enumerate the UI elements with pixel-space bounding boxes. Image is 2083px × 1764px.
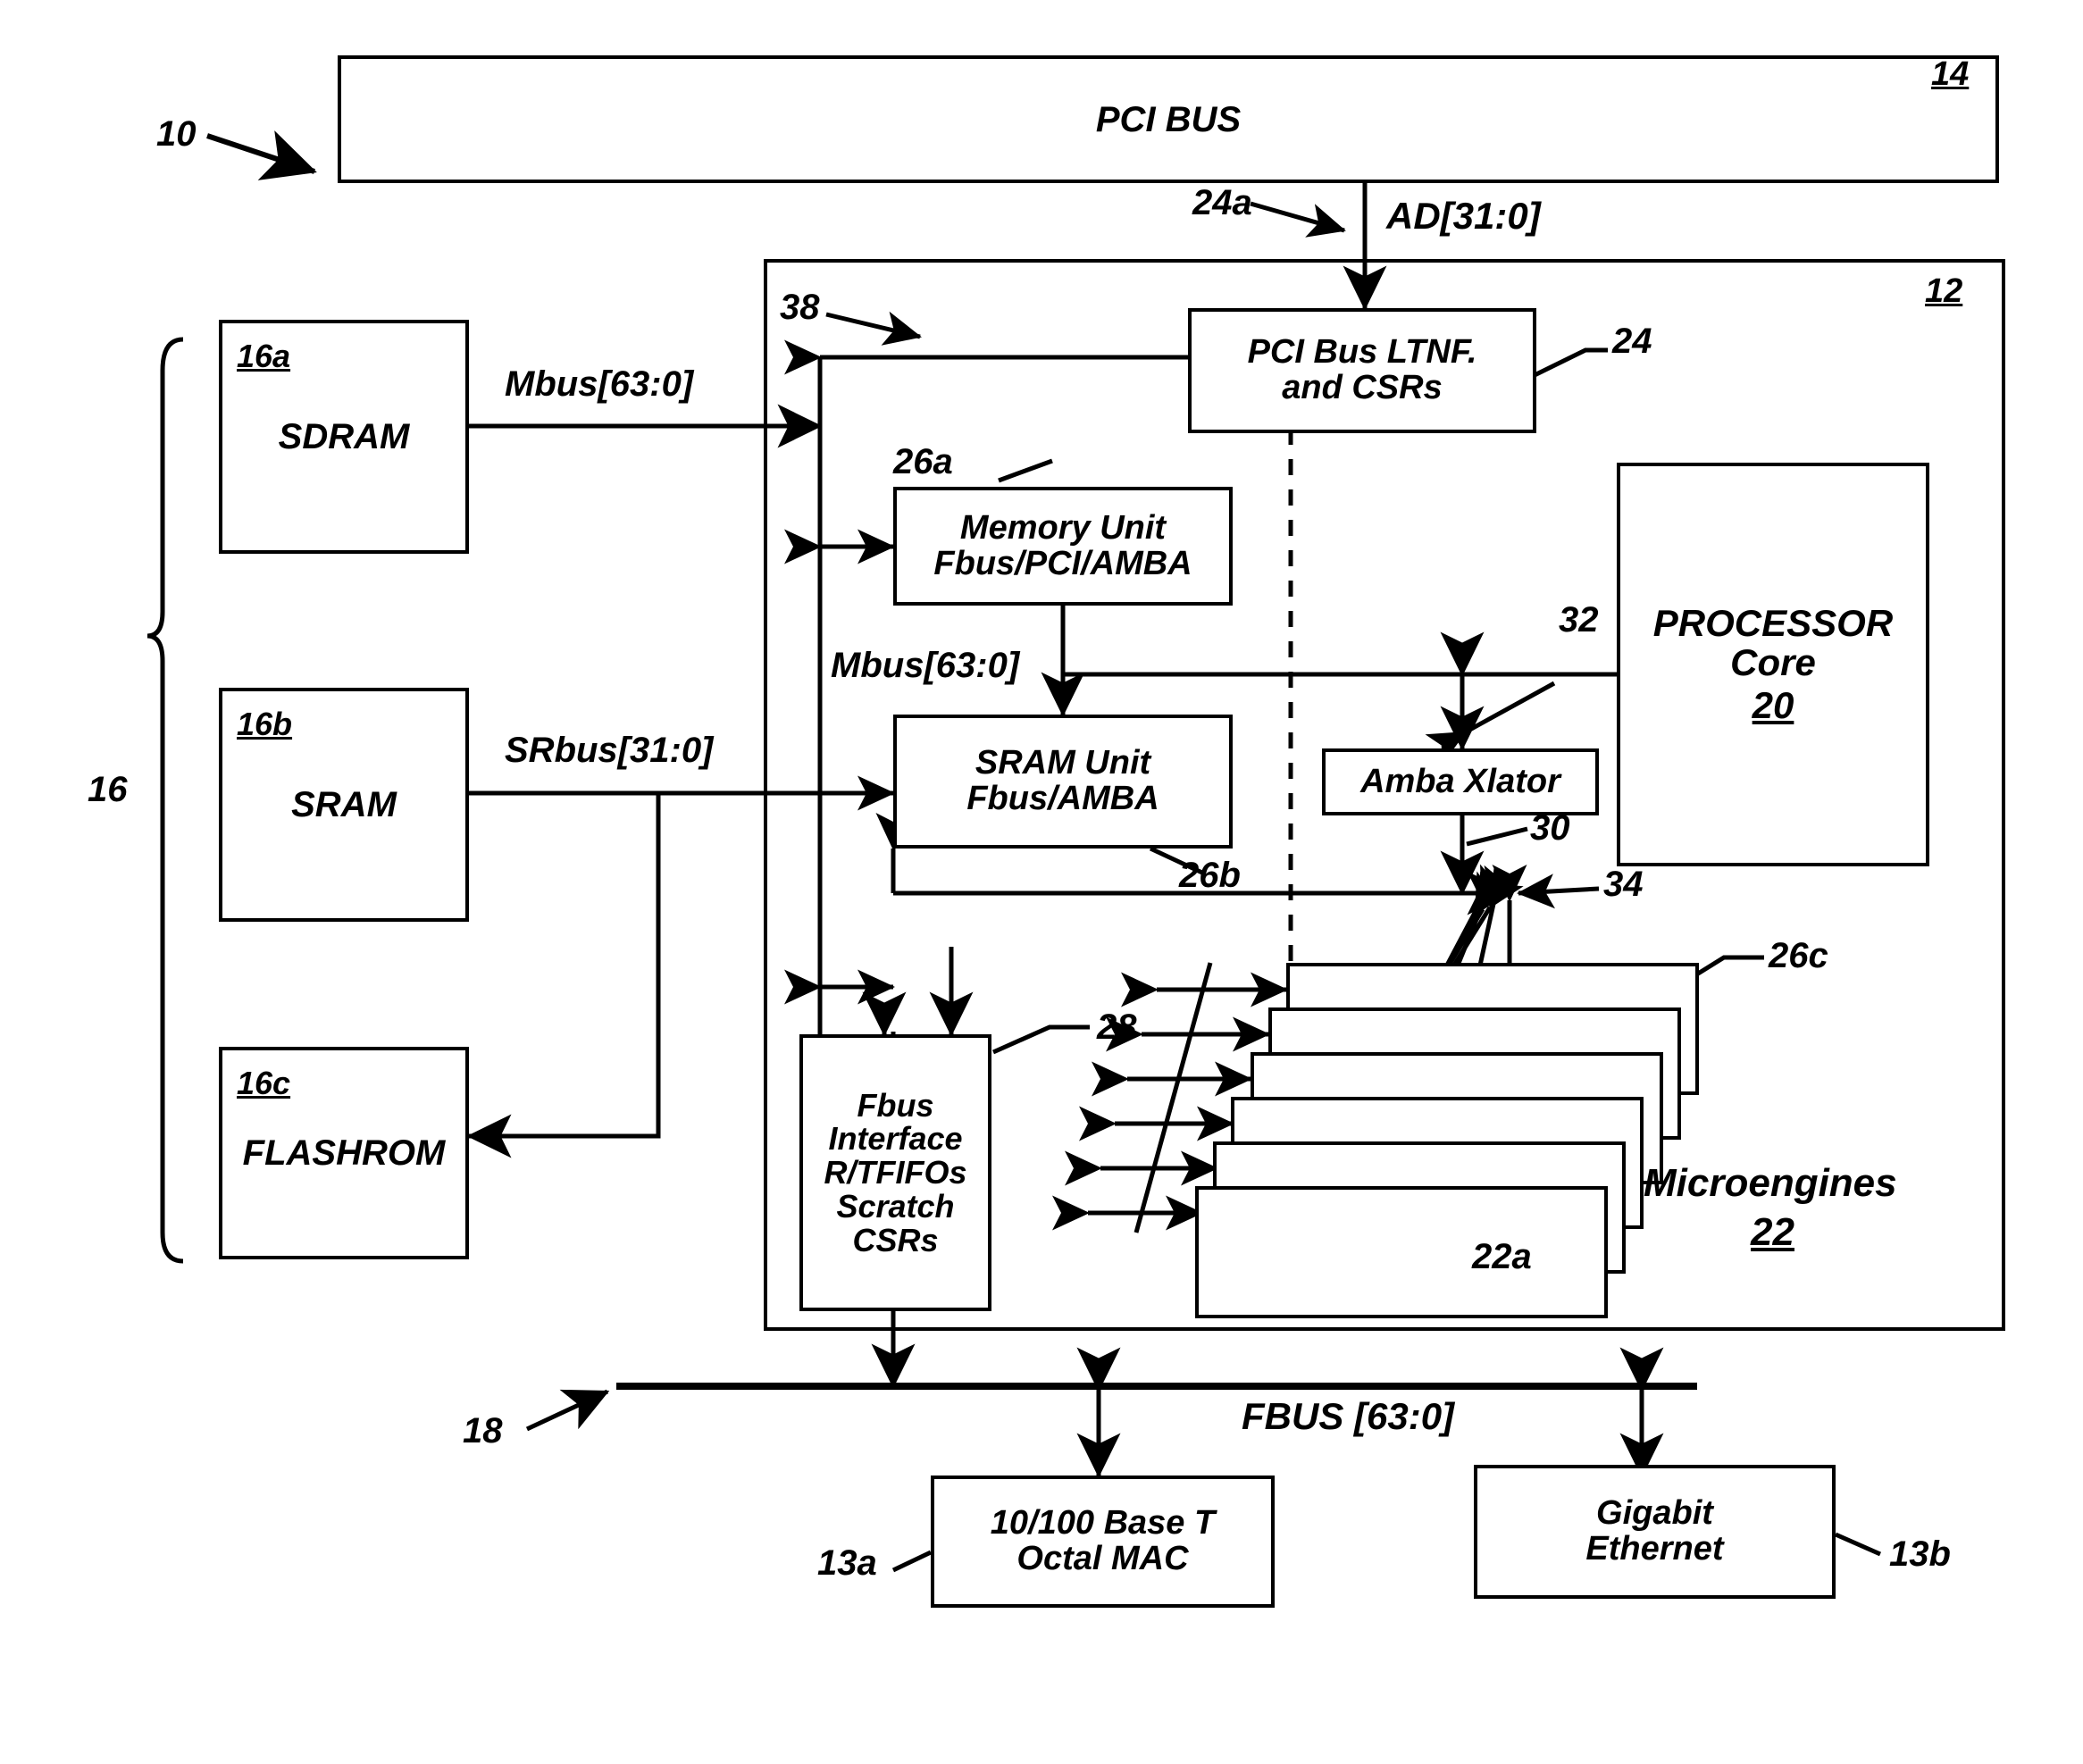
ref-14: 14 [1931,55,1970,93]
ref-22a: 22a [1472,1237,1532,1276]
ref-16c: 16c [237,1065,291,1101]
microengines-ref-22: 22 [1751,1210,1794,1254]
pci-iface-line2: and CSRs [1282,369,1443,406]
sram-unit-line1: SRAM Unit [975,744,1151,782]
fbus-label: FBUS [63:0] [1242,1395,1455,1437]
pci-bus-interface-block: PCI Bus LTNF. and CSRs [1188,308,1536,433]
ref-26c: 26c [1769,936,1828,975]
ref-34: 34 [1603,865,1644,904]
ref-32: 32 [1559,600,1599,640]
microengines-label: Microengines [1644,1161,1897,1205]
memory-unit-line2: Fbus/PCI/AMBA [933,544,1192,582]
octal-mac-block: 10/100 Base T Octal MAC [931,1476,1275,1608]
processor-line2: Core [1730,640,1816,683]
pci-iface-line1: PCI Bus LTNF. [1247,333,1477,372]
memory-unit-line1: Memory Unit [959,508,1167,547]
microengine-1 [1195,1186,1608,1318]
processor-ref-20: 20 [1752,684,1794,727]
fbus-iface-line2: Interface [828,1120,963,1158]
octal-mac-line1: 10/100 Base T [990,1504,1216,1542]
fbus-iface-line4: Scratch [836,1187,955,1225]
amba-xlator-label: Amba Xlator [1360,762,1560,800]
processor-line1: PROCESSOR [1652,601,1894,644]
ref-12: 12 [1925,272,1963,310]
ref-16b: 16b [237,706,293,742]
gigabit-line1: Gigabit [1596,1494,1713,1533]
ref-10: 10 [156,114,197,154]
memory-unit-block: Memory Unit Fbus/PCI/AMBA [893,487,1233,606]
processor-core-block: PROCESSOR Core 20 [1617,463,1929,866]
gigabit-ethernet-block: Gigabit Ethernet [1474,1465,1836,1599]
fbus-iface-line3: R/TFIFOs [824,1154,967,1191]
ref-26b: 26b [1179,856,1241,895]
ref-30: 30 [1530,808,1570,848]
ref-13b: 13b [1889,1534,1951,1574]
ref-38: 38 [780,288,820,327]
mbus-mid-label: Mbus[63:0] [831,646,1020,685]
ref-16: 16 [88,770,128,809]
sram-label: SRAM [291,785,397,824]
sram-unit-block: SRAM Unit Fbus/AMBA [893,715,1233,849]
ref-24a: 24a [1192,183,1252,222]
ad-bus-label: AD[31:0] [1386,195,1541,237]
ref-16a: 16a [237,338,291,374]
fbus-interface-block: Fbus Interface R/TFIFOs Scratch CSRs [799,1034,991,1311]
gigabit-line2: Ethernet [1585,1530,1724,1568]
fbus-iface-line1: Fbus [857,1086,934,1124]
amba-xlator-block: Amba Xlator [1322,748,1599,815]
srbus-label: SRbus[31:0] [505,731,714,770]
ref-18: 18 [463,1411,503,1450]
flashrom-label: FLASHROM [242,1133,446,1173]
ref-13a: 13a [817,1543,877,1583]
ref-24: 24 [1612,322,1652,361]
mbus-left-label: Mbus[63:0] [505,364,694,404]
sdram-label: SDRAM [278,417,410,456]
fbus-iface-line5: CSRs [852,1221,939,1258]
pci-bus-block: PCI BUS [338,55,1999,183]
figure-canvas: PCI BUS 14 12 10 16 SDRAM 16a SRAM 16b F… [0,0,2083,1764]
ref-28: 28 [1097,1007,1137,1047]
octal-mac-line2: Octal MAC [1016,1540,1189,1577]
ref-26a: 26a [893,442,953,481]
pci-bus-label: PCI BUS [1095,99,1242,139]
sram-unit-line2: Fbus/AMBA [966,780,1159,817]
